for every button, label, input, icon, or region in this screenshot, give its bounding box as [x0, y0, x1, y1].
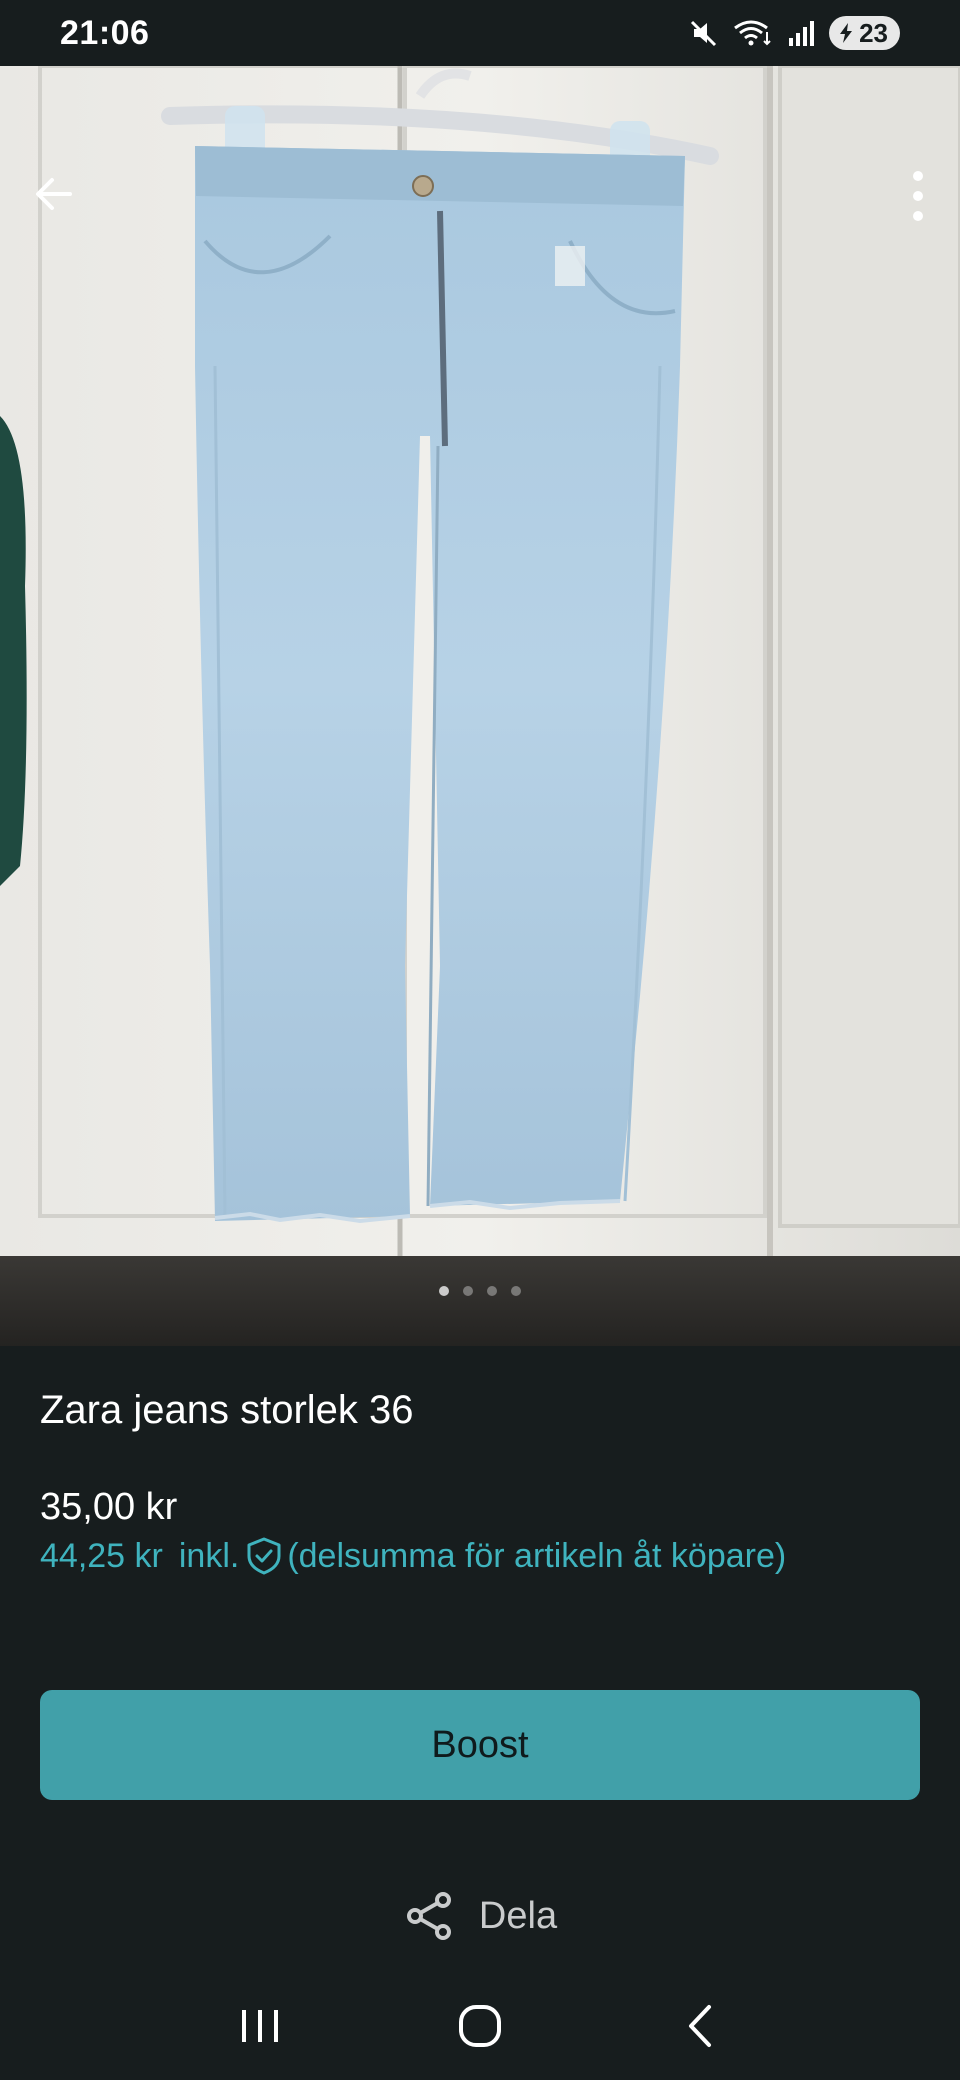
chevron-left-icon: [689, 2005, 711, 2047]
status-bar: 21:06 23: [0, 0, 960, 66]
boost-button[interactable]: Boost: [40, 1690, 920, 1800]
more-vertical-icon: [913, 171, 923, 221]
gallery-dot[interactable]: [463, 1286, 473, 1296]
battery-icon: 23: [829, 16, 900, 50]
signal-icon: [787, 18, 815, 48]
price-incl-buyer-protection[interactable]: 44,25 kr inkl. (delsumma för artikeln åt…: [40, 1536, 786, 1576]
product-photo[interactable]: [0, 66, 960, 1346]
price-incl-note: (delsumma för artikeln åt köpare): [287, 1536, 787, 1575]
item-title: Zara jeans storlek 36: [40, 1388, 414, 1432]
more-options-button[interactable]: [898, 166, 938, 226]
share-label: Dela: [478, 1894, 558, 1937]
home-button[interactable]: [440, 1986, 520, 2066]
home-icon: [459, 2005, 501, 2047]
price-incl-amount: 44,25 kr: [40, 1536, 163, 1575]
arrow-left-icon: [36, 178, 72, 210]
battery-level: 23: [859, 17, 888, 48]
item-page: 21:06 23 Zara jeans storlek 36 35,00 kr …: [0, 0, 960, 2080]
item-price: 35,00 kr: [40, 1486, 178, 1528]
gallery-dot[interactable]: [439, 1286, 449, 1296]
gallery-dot[interactable]: [487, 1286, 497, 1296]
wifi-icon: [733, 18, 773, 48]
gallery-dot[interactable]: [511, 1286, 521, 1296]
recent-apps-icon: [242, 2010, 278, 2042]
share-button[interactable]: Dela: [0, 1886, 960, 1946]
price-incl-label: inkl.: [178, 1536, 240, 1575]
recent-apps-button[interactable]: [220, 1986, 300, 2066]
system-nav-bar: [0, 1972, 960, 2080]
jeans-photo-image: [0, 66, 960, 1346]
mute-icon: [689, 18, 719, 48]
share-icon: [406, 1892, 451, 1940]
system-back-button[interactable]: [660, 1986, 740, 2066]
back-button[interactable]: [26, 166, 82, 222]
status-icons: 23: [689, 16, 900, 50]
shield-check-icon: [245, 1536, 283, 1576]
gallery-indicator: [0, 1286, 960, 1306]
status-time: 21:06: [60, 13, 150, 52]
